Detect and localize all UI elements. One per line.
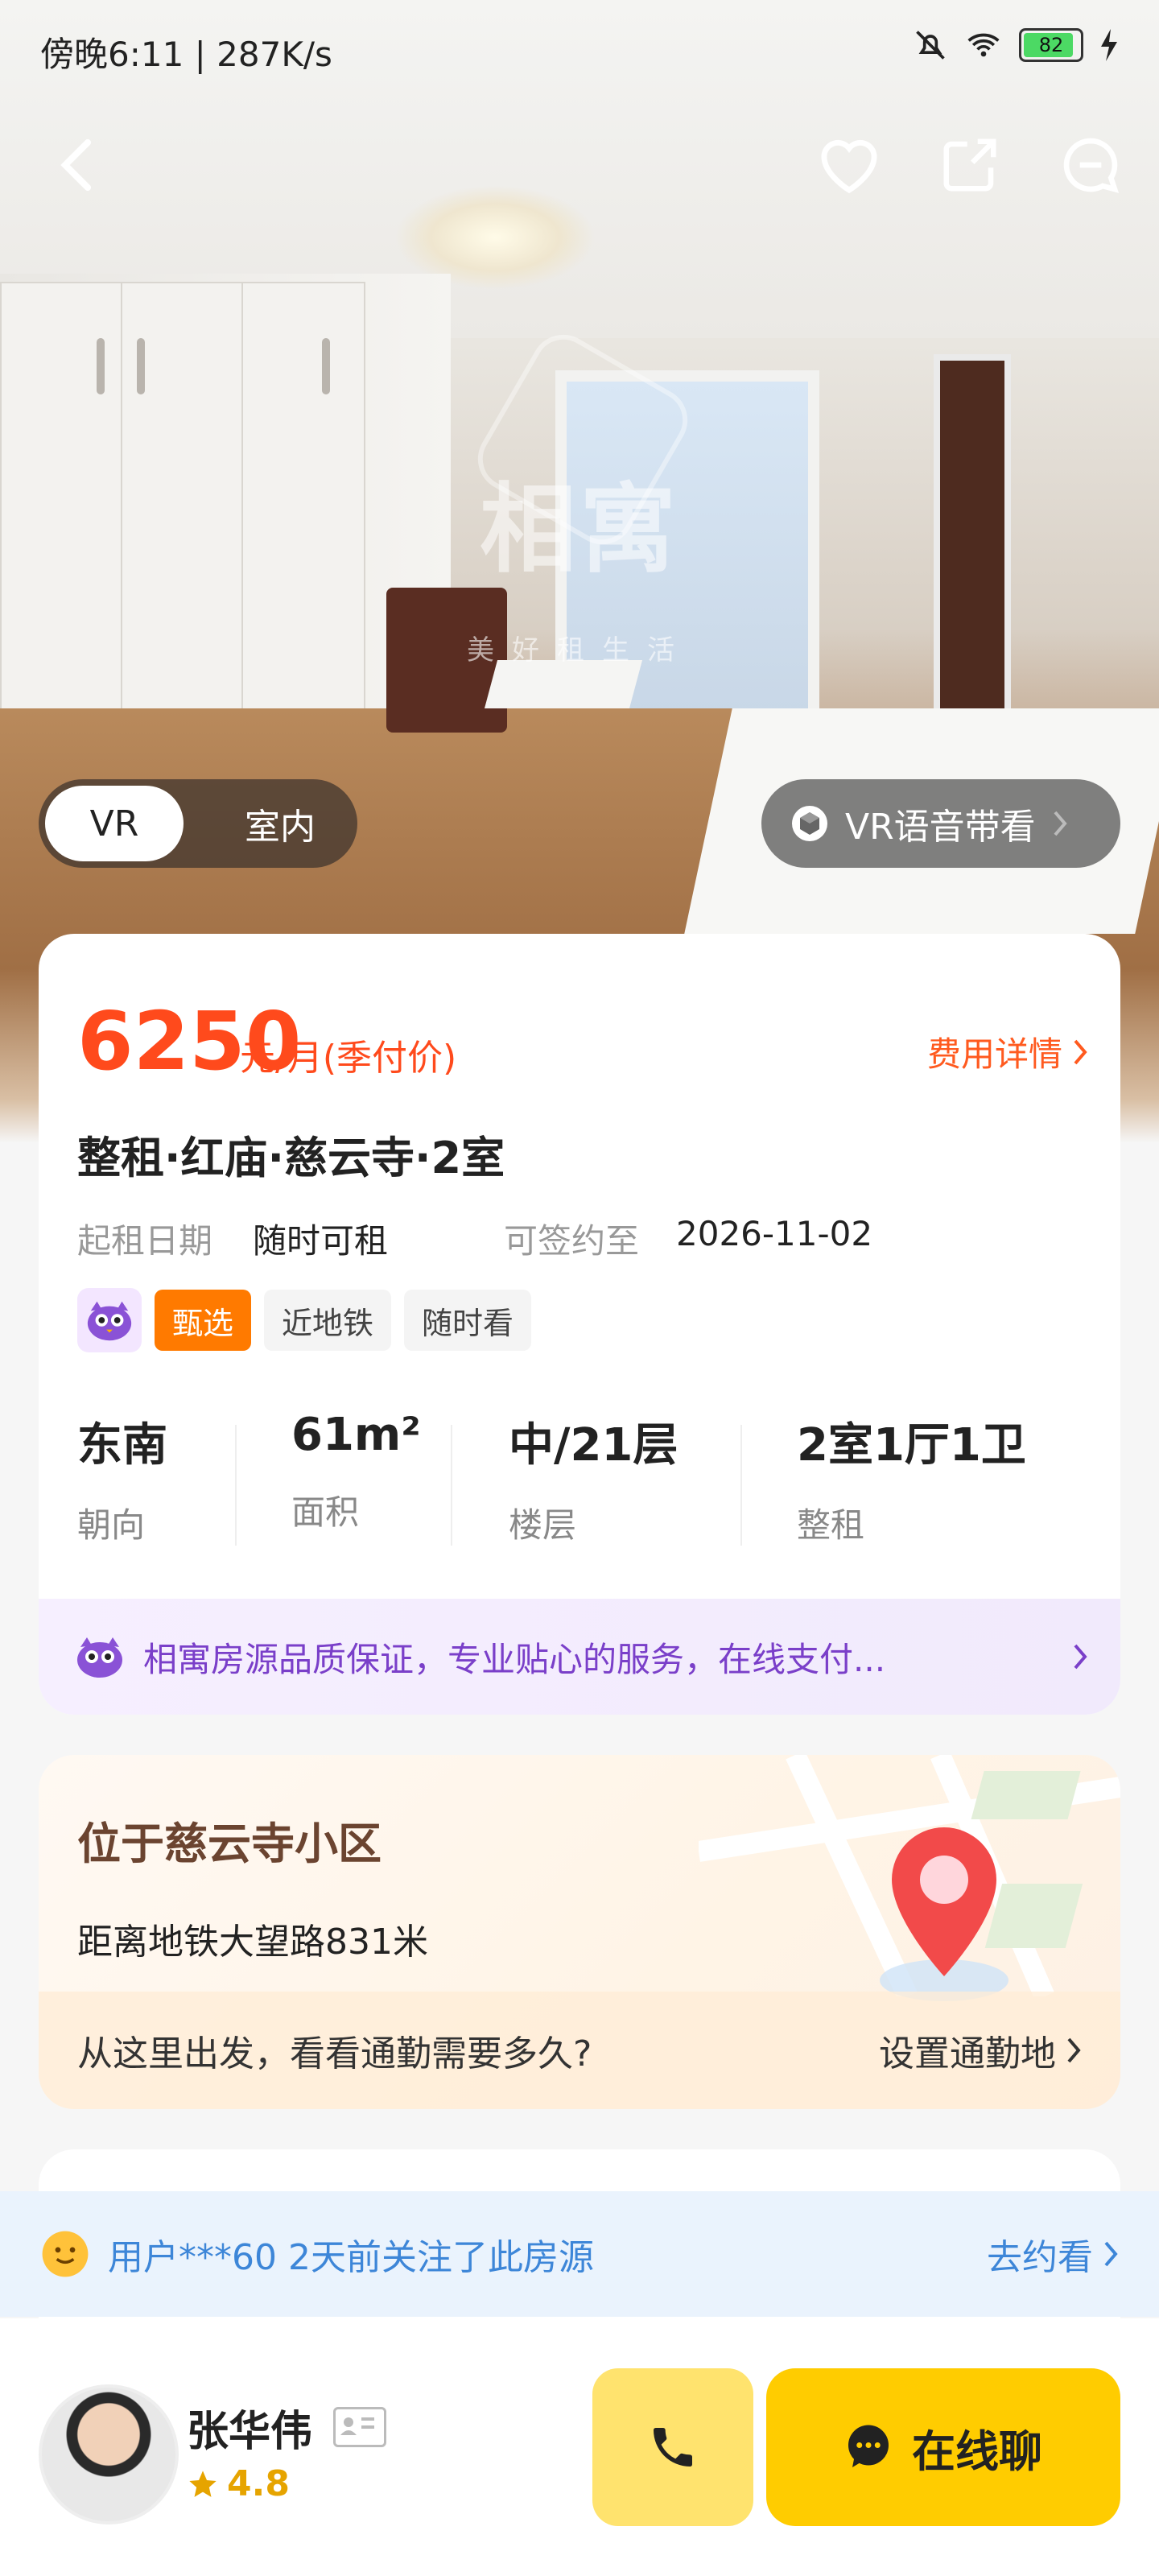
back-button[interactable] (40, 129, 113, 201)
tab-vr[interactable]: VR (45, 786, 184, 861)
tab-indoor[interactable]: 室内 (211, 786, 349, 861)
vr-voice-label: VR语音带看 (845, 807, 1036, 848)
listing-title: 整租·红庙·慈云寺·2室 (77, 1133, 505, 1183)
fee-details-label: 费用详情 (926, 1034, 1062, 1074)
start-date-label: 起租日期 (77, 1221, 213, 1261)
tag-selected: 甄选 (155, 1290, 252, 1351)
status-time: 傍晚6:11 | 287K/s (40, 35, 332, 74)
divider (451, 1425, 452, 1546)
chevron-right-icon (1074, 1039, 1087, 1064)
heart-icon (821, 139, 877, 194)
mute-bell-icon (916, 31, 945, 60)
agent-action-bar: 张华伟 4.8 在线聊 (0, 2318, 1159, 2576)
chevron-right-icon (1054, 811, 1067, 836)
chat-bubble-icon (848, 2425, 889, 2467)
photo-handle (322, 338, 330, 394)
charging-icon (1101, 29, 1117, 61)
battery-level: 82 (1038, 34, 1064, 56)
photo-handle (137, 338, 145, 394)
id-card-icon[interactable] (333, 2407, 386, 2447)
chevron-right-icon (1104, 2241, 1118, 2267)
call-button[interactable] (592, 2368, 753, 2526)
chevron-right-icon (1067, 2037, 1081, 2063)
stat-area: 61m² 面积 (291, 1409, 421, 1534)
online-chat-button[interactable]: 在线聊 (766, 2368, 1120, 2526)
tag-list: 甄选 近地铁 随时看 (77, 1288, 532, 1352)
book-viewing-link[interactable]: 去约看 (987, 2228, 1119, 2280)
commute-prompt: 从这里出发，看看通勤需要多久? (77, 2033, 592, 2074)
chevron-right-icon (1074, 1644, 1087, 1670)
watermark-slogan: 美好租生活 (467, 634, 692, 667)
stat-layout: 2室1厅1卫 整租 (797, 1409, 1026, 1547)
chat-bubble-icon (1063, 138, 1120, 193)
set-commute-label: 设置通勤地 (879, 2033, 1056, 2074)
share-button[interactable] (934, 129, 1006, 201)
agent-avatar[interactable] (39, 2384, 179, 2524)
watermark-text: 相寓 (480, 474, 679, 586)
quality-promise-banner[interactable]: 相寓房源品质保证，专业贴心的服务，在线支付... (39, 1599, 1120, 1715)
set-commute-button[interactable]: 设置通勤地 (879, 2025, 1082, 2076)
stat-label: 整租 (797, 1505, 865, 1545)
wifi-icon (967, 33, 1000, 57)
stat-floor: 中/21层 楼层 (509, 1409, 678, 1547)
message-button[interactable] (1054, 129, 1127, 201)
agent-rating-value: 4.8 (227, 2463, 290, 2504)
fee-details-link[interactable]: 费用详情 (927, 1027, 1088, 1076)
location-card[interactable]: 位于慈云寺小区 距离地铁大望路831米 从这里出发，看看通勤需要多久? 设置通勤… (39, 1755, 1120, 2109)
stat-label: 楼层 (509, 1505, 577, 1545)
book-viewing-label: 去约看 (987, 2237, 1093, 2278)
listing-summary-card: 6250 元/月(季付价) 费用详情 整租·红庙·慈云寺·2室 起租日期 随时可… (39, 934, 1120, 1715)
stat-label: 朝向 (77, 1505, 146, 1545)
favorite-button[interactable] (813, 129, 885, 201)
mascot-icon (77, 1288, 142, 1352)
agent-name: 张华伟 (187, 2408, 313, 2456)
community-title: 位于慈云寺小区 (77, 1818, 382, 1869)
follow-notification-text: 用户***60 2天前关注了此房源 (108, 2237, 594, 2278)
status-icons: 82 (913, 27, 1119, 63)
chevron-left-icon (60, 138, 92, 192)
agent-rating: 4.8 (187, 2463, 290, 2504)
stat-label: 面积 (291, 1492, 360, 1532)
photo-coffee-table (484, 660, 643, 708)
battery-icon: 82 (1019, 28, 1083, 62)
star-icon (189, 2470, 217, 2497)
stat-value: 中/21层 (509, 1419, 678, 1472)
share-icon (943, 138, 996, 192)
sign-until-value: 2026-11-02 (676, 1214, 873, 1253)
online-chat-label: 在线聊 (912, 2425, 1042, 2477)
start-date-value: 随时可租 (253, 1221, 389, 1261)
follow-notification[interactable]: 用户***60 2天前关注了此房源 去约看 (0, 2191, 1159, 2317)
sign-until-label: 可签约至 (504, 1221, 640, 1261)
smiley-icon (42, 2231, 89, 2277)
rent-price-unit: 元/月(季付价) (240, 1038, 457, 1079)
location-pin-icon (880, 1827, 1008, 2001)
quality-promise-text: 相寓房源品质保证，专业贴心的服务，在线支付... (143, 1639, 886, 1679)
photo-handle (97, 338, 105, 394)
subway-distance: 距离地铁大望路831米 (77, 1922, 428, 1963)
phone-icon (654, 2428, 692, 2467)
stat-value: 2室1厅1卫 (797, 1419, 1026, 1472)
stat-value: 61m² (291, 1409, 421, 1461)
divider (740, 1425, 742, 1546)
media-tab-switch: VR 室内 (39, 779, 357, 868)
tag-view-anytime: 随时看 (404, 1290, 532, 1351)
stat-value: 东南 (77, 1419, 167, 1472)
divider (235, 1425, 237, 1546)
cube-icon (792, 806, 827, 841)
tag-near-subway: 近地铁 (264, 1290, 392, 1351)
commute-row[interactable]: 从这里出发，看看通勤需要多久? 设置通勤地 (39, 1992, 1120, 2109)
stat-orientation: 东南 朝向 (77, 1409, 167, 1547)
mascot-icon (77, 1637, 122, 1678)
vr-voice-tour-button[interactable]: VR语音带看 (761, 779, 1120, 868)
